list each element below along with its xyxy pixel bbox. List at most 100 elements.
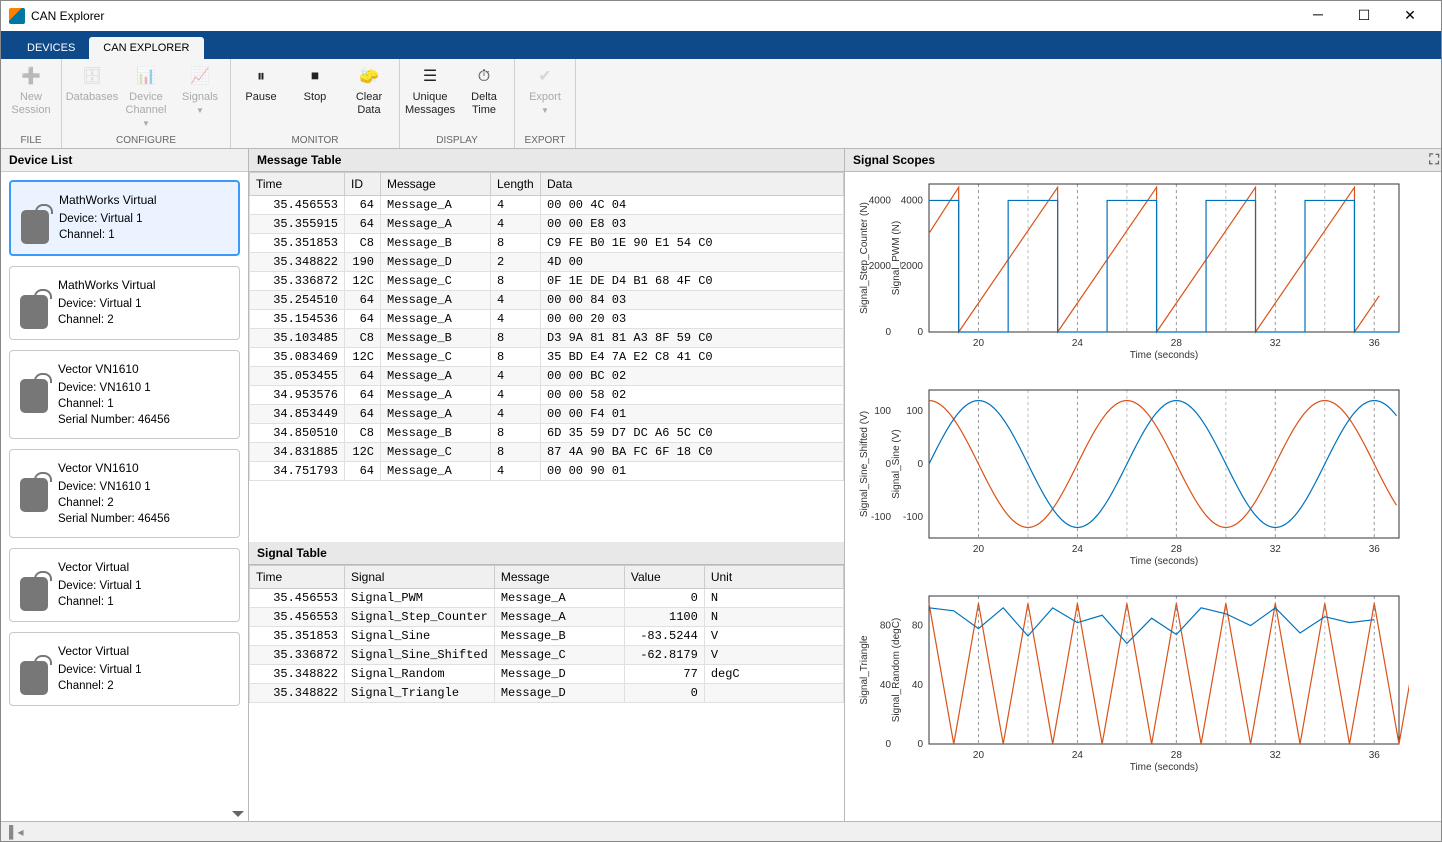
table-row[interactable]: 35.336872Signal_Sine_ShiftedMessage_C-62…	[250, 646, 844, 665]
table-cell: N	[704, 608, 843, 627]
database-icon: 🗄	[82, 67, 102, 87]
close-button[interactable]: ✕	[1387, 1, 1433, 31]
table-row[interactable]: 35.08346912CMessage_C835 BD E4 7A E2 C8 …	[250, 348, 844, 367]
svg-text:0: 0	[917, 739, 923, 750]
column-header[interactable]: ID	[345, 173, 381, 196]
table-cell: C8	[345, 234, 381, 253]
svg-text:Time (seconds): Time (seconds)	[1130, 556, 1199, 567]
delta-time-button[interactable]: ⏱DeltaTime	[458, 63, 510, 135]
table-cell: 12C	[345, 443, 381, 462]
svg-text:32: 32	[1270, 750, 1282, 761]
table-cell: C8	[345, 424, 381, 443]
device-detail: Device: VN1610 1	[58, 479, 170, 495]
device-card[interactable]: MathWorks VirtualDevice: Virtual 1Channe…	[9, 266, 240, 340]
table-cell: 34.853449	[250, 405, 345, 424]
signal-table[interactable]: TimeSignalMessageValueUnit35.456553Signa…	[249, 565, 844, 821]
device-card[interactable]: MathWorks VirtualDevice: Virtual 1Channe…	[9, 180, 240, 256]
table-cell: 4	[491, 310, 541, 329]
table-cell: 35.336872	[250, 272, 345, 291]
device-card[interactable]: Vector VirtualDevice: Virtual 1Channel: …	[9, 632, 240, 706]
table-row[interactable]: 35.456553Signal_PWMMessage_A0N	[250, 589, 844, 608]
table-cell: 35.348822	[250, 684, 345, 703]
column-header[interactable]: Message	[494, 566, 624, 589]
column-header[interactable]: Value	[624, 566, 704, 589]
table-cell: Message_D	[494, 684, 624, 703]
device-plug-icon	[20, 379, 48, 413]
expand-icon[interactable]: ⛶	[1429, 151, 1439, 168]
table-row[interactable]: 34.95357664Message_A400 00 58 02	[250, 386, 844, 405]
table-cell: 00 00 84 03	[541, 291, 844, 310]
svg-text:100: 100	[906, 406, 923, 417]
table-row[interactable]: 35.33687212CMessage_C80F 1E DE D4 B1 68 …	[250, 272, 844, 291]
table-cell: Message_A	[381, 405, 491, 424]
table-cell: 8	[491, 272, 541, 291]
table-cell: C8	[345, 329, 381, 348]
table-cell: 35.254510	[250, 291, 345, 310]
column-header[interactable]: Data	[541, 173, 844, 196]
scope-chart-1: 2024283236-100-10000100100Signal_Sine_Sh…	[849, 382, 1433, 582]
column-header[interactable]: Signal	[345, 566, 495, 589]
scroll-down-icon[interactable]	[232, 811, 244, 817]
table-row[interactable]: 35.103485C8Message_B8D3 9A 81 81 A3 8F 5…	[250, 329, 844, 348]
column-header[interactable]: Time	[250, 173, 345, 196]
stop-button[interactable]: ⏹Stop	[289, 63, 341, 135]
back-icon[interactable]: ▌◂	[9, 825, 24, 839]
table-row[interactable]: 35.45655364Message_A400 00 4C 04	[250, 196, 844, 215]
clear-data-button[interactable]: 🧽ClearData	[343, 63, 395, 135]
table-row[interactable]: 34.83188512CMessage_C887 4A 90 BA FC 6F …	[250, 443, 844, 462]
device-card[interactable]: Vector VirtualDevice: Virtual 1Channel: …	[9, 548, 240, 622]
table-cell: 12C	[345, 348, 381, 367]
table-row[interactable]: 35.348822Signal_RandomMessage_D77degC	[250, 665, 844, 684]
tab-can-explorer[interactable]: CAN EXPLORER	[89, 37, 203, 59]
table-row[interactable]: 34.85344964Message_A400 00 F4 01	[250, 405, 844, 424]
table-cell: Message_B	[381, 234, 491, 253]
table-row[interactable]: 35.348822Signal_TriangleMessage_D0	[250, 684, 844, 703]
column-header[interactable]: Unit	[704, 566, 843, 589]
device-detail: Device: VN1610 1	[58, 380, 170, 396]
table-row[interactable]: 34.75179364Message_A400 00 90 01	[250, 462, 844, 481]
table-row[interactable]: 35.351853Signal_SineMessage_B-83.5244V	[250, 627, 844, 646]
databases-button: 🗄Databases	[66, 63, 118, 135]
new-session-button: ➕NewSession	[5, 63, 57, 135]
table-cell: 35.456553	[250, 196, 345, 215]
table-cell: N	[704, 589, 843, 608]
device-name: MathWorks Virtual	[58, 277, 156, 294]
svg-text:Signal_Sine_Shifted (V): Signal_Sine_Shifted (V)	[859, 411, 870, 517]
table-cell: 8	[491, 348, 541, 367]
table-cell: degC	[704, 665, 843, 684]
table-cell: 35.355915	[250, 215, 345, 234]
column-header[interactable]: Message	[381, 173, 491, 196]
message-table[interactable]: TimeIDMessageLengthData35.45655364Messag…	[249, 172, 844, 542]
table-row[interactable]: 35.35591564Message_A400 00 E8 03	[250, 215, 844, 234]
table-row[interactable]: 35.351853C8Message_B8C9 FE B0 1E 90 E1 5…	[250, 234, 844, 253]
maximize-button[interactable]: ☐	[1341, 1, 1387, 31]
ribbon-button-label: Signals▼	[182, 91, 218, 117]
table-row[interactable]: 35.05345564Message_A400 00 BC 02	[250, 367, 844, 386]
table-row[interactable]: 35.25451064Message_A400 00 84 03	[250, 291, 844, 310]
ribbon-toolbar: ➕NewSessionFILE🗄Databases📊DeviceChannel▼…	[1, 59, 1441, 149]
svg-text:-100: -100	[871, 512, 891, 523]
svg-text:2000: 2000	[901, 261, 924, 272]
device-list[interactable]: MathWorks Virtual Device: Virtual 1 Channe…	[1, 172, 248, 821]
table-cell: 12C	[345, 272, 381, 291]
column-header[interactable]: Length	[491, 173, 541, 196]
unique-messages-button[interactable]: ☰UniqueMessages	[404, 63, 456, 135]
table-row[interactable]: 35.456553Signal_Step_CounterMessage_A110…	[250, 608, 844, 627]
tab-devices[interactable]: DEVICES	[13, 37, 89, 59]
table-cell: 6D 35 59 D7 DC A6 5C C0	[541, 424, 844, 443]
table-row[interactable]: 34.850510C8Message_B86D 35 59 D7 DC A6 5…	[250, 424, 844, 443]
device-card[interactable]: Vector VN1610Device: VN1610 1Channel: 1S…	[9, 350, 240, 439]
minimize-button[interactable]: ─	[1295, 1, 1341, 31]
ribbon-group-label: DISPLAY	[404, 135, 510, 148]
table-cell: 2	[491, 253, 541, 272]
table-row[interactable]: 35.348822190Message_D24D 00	[250, 253, 844, 272]
column-header[interactable]: Time	[250, 566, 345, 589]
table-row[interactable]: 35.15453664Message_A400 00 20 03	[250, 310, 844, 329]
device-card[interactable]: Vector VN1610Device: VN1610 1Channel: 2S…	[9, 449, 240, 538]
device-name: Vector Virtual	[58, 559, 142, 576]
svg-text:-100: -100	[903, 512, 923, 523]
pause-button[interactable]: ⏸Pause	[235, 63, 287, 135]
device-detail: Device: Virtual 1	[58, 296, 156, 312]
table-cell: Signal_Step_Counter	[345, 608, 495, 627]
device-detail: Channel: 2	[58, 495, 170, 511]
